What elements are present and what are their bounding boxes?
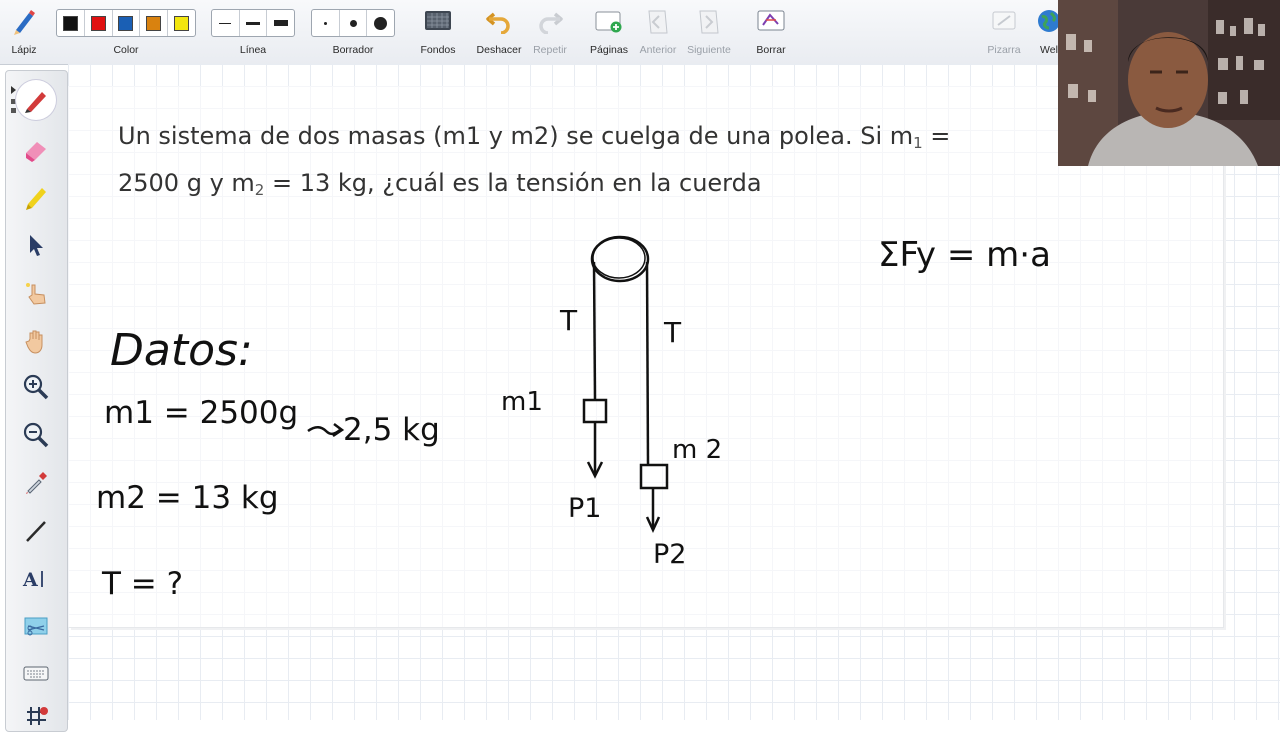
- m1-value: m1 = 2500g: [104, 395, 298, 431]
- m2-value: m2 = 13 kg: [96, 480, 279, 516]
- conversion-arrow: [307, 423, 345, 438]
- webcam-overlay: [1058, 0, 1280, 166]
- pulley-diagram: [582, 235, 669, 533]
- mass-1-block: [582, 398, 608, 424]
- mass-2-block: [639, 463, 669, 490]
- newton-equation: ΣFy = m·a: [878, 235, 1051, 275]
- m1-converted: 2,5 kg: [343, 412, 440, 448]
- webcam-feed-image: [1058, 0, 1280, 166]
- weight-1-label: P1: [568, 493, 601, 524]
- datos-heading: Datos:: [110, 325, 253, 376]
- tension-label-right: T: [663, 316, 682, 349]
- tension-unknown: T = ?: [101, 566, 183, 602]
- tension-label-left: T: [559, 304, 578, 337]
- pulley-wheel-outline: [592, 237, 646, 279]
- rope-right: [645, 261, 650, 466]
- mass-2-label: m 2: [672, 435, 722, 465]
- rope-left: [592, 261, 597, 401]
- weight-2-label: P2: [653, 539, 686, 570]
- mass-1-label: m1: [501, 387, 543, 417]
